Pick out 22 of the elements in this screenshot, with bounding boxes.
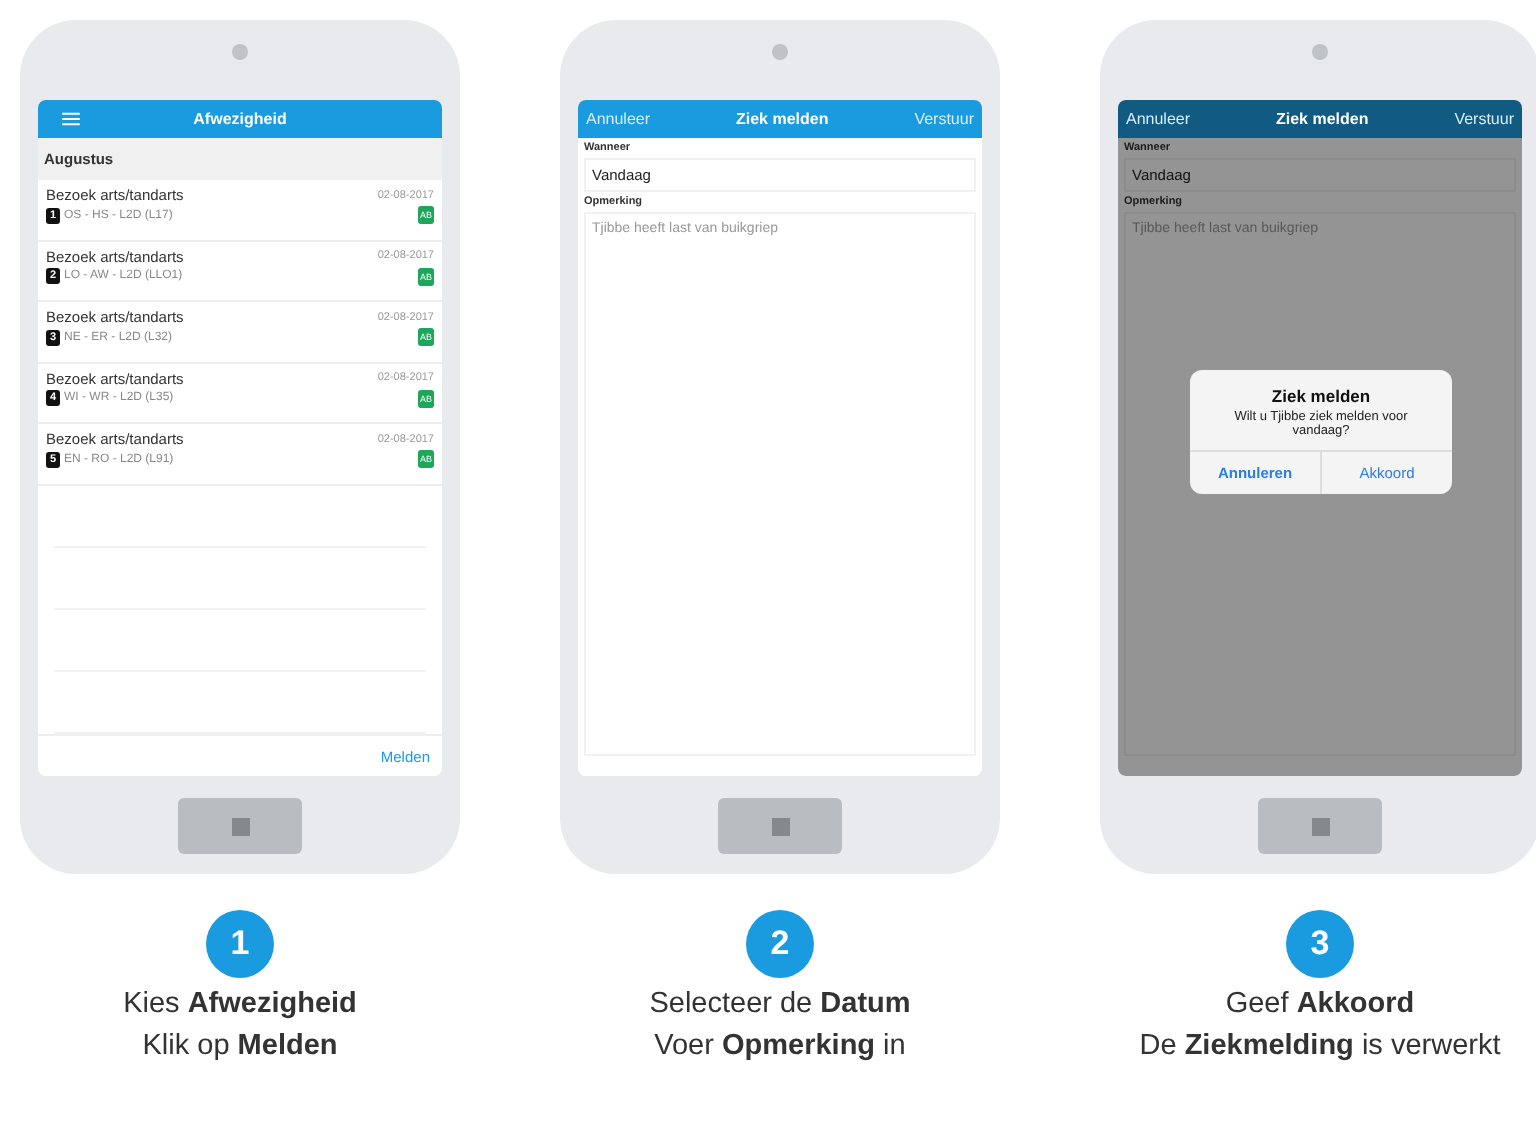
home-button[interactable] xyxy=(178,798,302,854)
send-link[interactable]: Verstuur xyxy=(1454,110,1514,128)
home-button[interactable] xyxy=(1258,798,1382,854)
dialog-title: Ziek melden xyxy=(1271,386,1371,406)
menu-icon[interactable] xyxy=(62,112,80,126)
step-number: 1 xyxy=(206,910,274,978)
speaker-dot xyxy=(772,44,788,60)
nav-title: Ziek melden xyxy=(733,110,831,128)
cancel-link[interactable]: Annuleer xyxy=(1126,110,1191,128)
step-caption: Selecteer de Datum xyxy=(649,988,911,1022)
step-caption: De Ziekmelding is verwerkt xyxy=(1139,1030,1501,1064)
nav-title: Ziek melden xyxy=(1273,110,1371,128)
step-caption: Klik op Melden xyxy=(142,1030,338,1064)
step-caption: Voer Opmerking in xyxy=(654,1030,906,1064)
step-number: 2 xyxy=(746,910,814,978)
speaker-dot xyxy=(232,44,248,60)
step-number: 3 xyxy=(1286,910,1354,978)
speaker-dot xyxy=(1312,44,1328,60)
nav-title: Afwezigheid xyxy=(191,110,289,128)
step-caption: Kies Afwezigheid xyxy=(123,988,357,1022)
step-caption: Geef Akkoord xyxy=(1225,988,1415,1022)
home-button[interactable] xyxy=(718,798,842,854)
